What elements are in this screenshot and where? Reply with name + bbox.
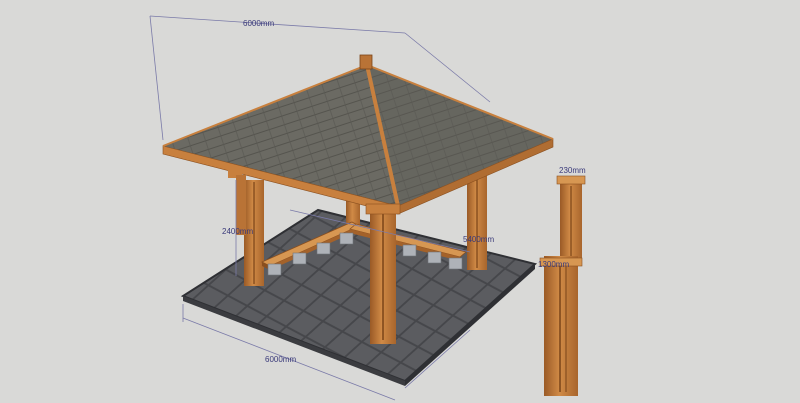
model-viewport[interactable]: 6000mm 6000mm 2400mm 5400mm 230mm 1300mm: [0, 0, 800, 403]
bench-support-block: [402, 244, 417, 257]
post-height-label: 2400mm: [222, 227, 253, 236]
bench-support-block: [339, 232, 354, 245]
bench-support-block: [292, 252, 307, 265]
floor-width-label: 6000mm: [265, 355, 296, 364]
post-front-center: [365, 203, 401, 344]
post-detail: [539, 175, 586, 396]
inner-dimension-label: 5400mm: [463, 235, 494, 244]
bench-support-block: [267, 263, 282, 276]
roof-width-label: 6000mm: [243, 19, 274, 28]
bench-support-block: [448, 257, 463, 270]
bench-support-block: [427, 251, 442, 264]
roof: [162, 54, 554, 215]
post-back-right: [467, 170, 487, 270]
post-front-left: [228, 170, 246, 235]
post-width-label: 230mm: [559, 166, 586, 175]
bench-support-block: [316, 242, 331, 255]
post-section-label: 1300mm: [538, 260, 569, 269]
